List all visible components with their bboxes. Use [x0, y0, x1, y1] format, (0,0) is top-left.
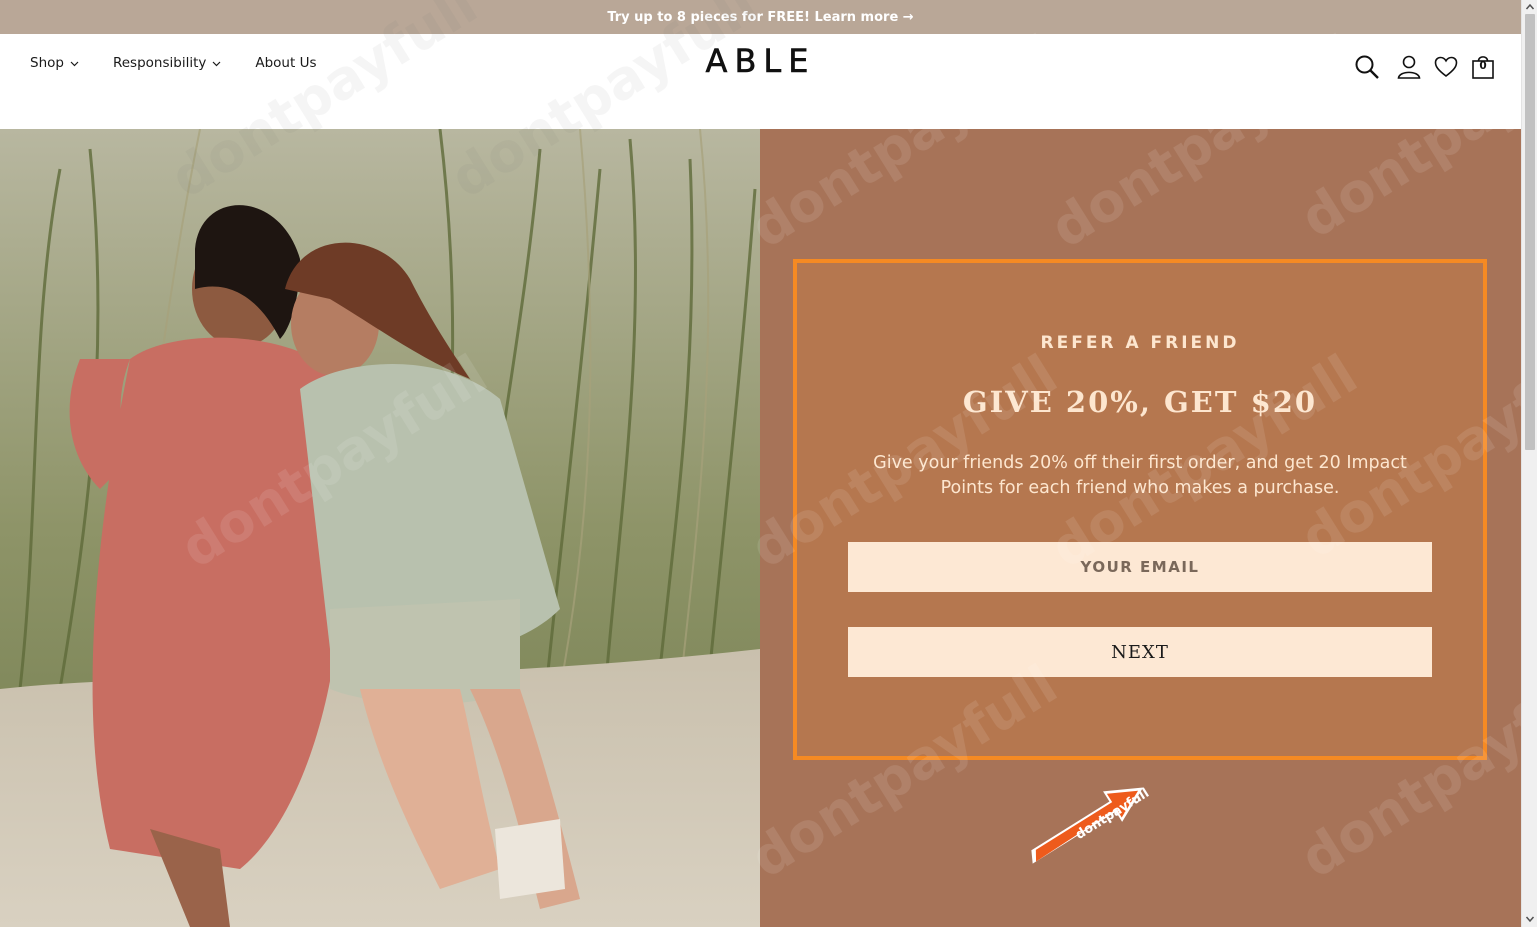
refer-headline: GIVE 20%, GET $20	[962, 385, 1318, 419]
page-scrollbar[interactable]	[1521, 0, 1537, 927]
scroll-down-icon[interactable]	[1525, 914, 1535, 924]
dontpayfull-badge: dontpayfull	[1013, 770, 1163, 874]
bag-icon[interactable]: 0	[1471, 54, 1495, 80]
next-button[interactable]: NEXT	[848, 627, 1432, 677]
refer-eyebrow: REFER A FRIEND	[1040, 333, 1240, 353]
refer-description: Give your friends 20% off their first or…	[873, 453, 1407, 498]
site-header: Shop Responsibility About Us ABLE 0	[0, 34, 1521, 129]
search-icon[interactable]	[1354, 54, 1380, 80]
heart-icon[interactable]	[1434, 55, 1458, 79]
announcement-link[interactable]: Try up to 8 pieces for FREE! Learn more …	[607, 10, 913, 25]
hero-photo-illustration	[0, 129, 760, 927]
header-icons: 0	[1342, 54, 1495, 80]
hero-image	[0, 129, 760, 927]
scroll-up-icon[interactable]	[1525, 2, 1535, 12]
refer-a-friend-box: REFER A FRIEND GIVE 20%, GET $20 Give yo…	[793, 259, 1487, 760]
user-icon[interactable]	[1396, 54, 1422, 80]
scroll-thumb[interactable]	[1525, 14, 1535, 450]
brand-logo[interactable]: ABLE	[0, 42, 1521, 81]
announcement-bar: Try up to 8 pieces for FREE! Learn more …	[0, 0, 1521, 34]
cart-count: 0	[1479, 60, 1487, 72]
email-field[interactable]	[848, 542, 1432, 592]
